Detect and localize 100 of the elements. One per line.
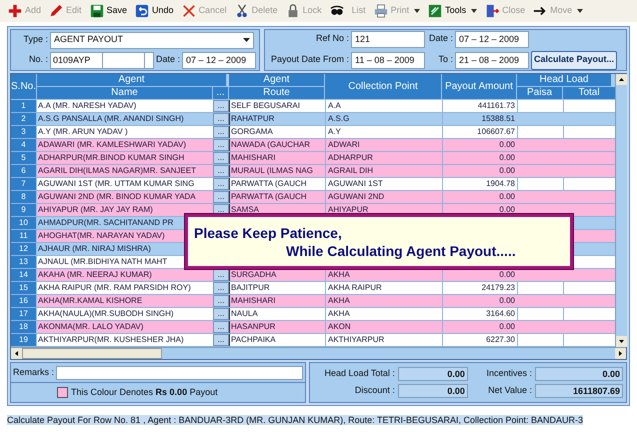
input-field[interactable]: 07 – 12 – 2009 [455, 30, 529, 48]
table-cell: MAHISHARI [231, 296, 276, 305]
input-field[interactable]: 0109AYP [50, 52, 154, 68]
table-cell: AKON [328, 322, 351, 331]
toolbar-button[interactable]: Save [88, 4, 130, 18]
table-cell: PARWATTA (GAUCH [231, 179, 307, 188]
table-cell: AKHA RAIPUR [328, 283, 382, 292]
printer-icon [374, 4, 388, 18]
table-cell: 1904.78 [486, 179, 515, 188]
row-number-cell: 7 [11, 178, 37, 190]
total-value-field: 1611807.69 [535, 384, 623, 398]
table-cell: AKTHIYARPUR(MR. KUSHESHER JHA) [38, 335, 184, 344]
lock-icon [286, 4, 300, 18]
browse-button[interactable]: ... [213, 152, 229, 164]
table-cell: AKHA [328, 296, 350, 305]
table-row[interactable]: 14 AKAHA (MR. NEERAJ KUMAR) ... SURGADHA AKHA 0.00 [11, 269, 615, 282]
table-cell: AHMADPUR(MR. SACHITANAND PR [38, 218, 174, 227]
toolbar-button[interactable]: Undo [133, 4, 176, 18]
total-value-field: 0.00 [398, 384, 468, 398]
browse-button[interactable]: ... [213, 334, 229, 346]
browse-button[interactable]: ... [213, 126, 229, 138]
ref-no-label: Ref No : [314, 32, 349, 46]
status-bar-text: Calculate Payout For Row No. 81 , Agent : BANDUAR-3RD (MR. GUNJAN KUMAR), Route: TETRI-BEGUSARAI, Collection Point: BANDAUR-3 [7, 415, 584, 425]
type-label: Type : [22, 33, 48, 46]
calculate-payout-button[interactable]: Calculate Payout... [531, 50, 618, 70]
table-cell: AGRAIL DIH [328, 166, 374, 175]
row-number-cell: 14 [11, 269, 37, 281]
table-row[interactable]: 19 AKTHIYARPUR(MR. KUSHESHER JHA) ... PACHPAIKA AKTHIYARPUR 6227.30 [11, 334, 615, 347]
scroll-down-icon[interactable] [616, 336, 627, 347]
table-cell: SURGADHA [231, 270, 276, 279]
table-row[interactable]: 7 AGUWANI 1ST (MR. UTTAM KUMAR SING ... PARWATTA (GAUCH AGUWANI 1ST 1904.78 [11, 178, 615, 191]
table-cell: ADHARPUR(MR.BINOD KUMAR SINGH [38, 153, 184, 162]
browse-button[interactable]: ... [213, 139, 229, 151]
row-number-cell: 4 [11, 139, 37, 151]
input-field[interactable]: 121 [351, 30, 425, 48]
scrollbar-thumb[interactable] [22, 348, 162, 359]
table-row[interactable]: 8 AGUWANI 2ND (MR. BINOD KUMAR YADA ... PARWATTA (GAUCH AGUWANI 2ND 0.00 [11, 191, 615, 204]
type-dropdown[interactable]: AGENT PAYOUT [50, 32, 254, 48]
dropdown-arrow-icon [243, 38, 250, 42]
table-cell: AHIYAPUR [328, 205, 368, 214]
vertical-scrollbar[interactable] [615, 74, 627, 347]
browse-button[interactable]: ... [213, 295, 229, 307]
glasses-icon [330, 4, 344, 18]
legend-swatch [57, 387, 68, 398]
browse-button[interactable]: ... [213, 191, 229, 203]
row-number-cell: 12 [11, 243, 37, 255]
scroll-up-icon[interactable] [616, 74, 627, 85]
table-cell: AKONMA(MR. LALO YADAV) [38, 322, 144, 331]
table-row[interactable]: 17 AKHA(NAULA)(MR.SUBODH SINGH) ... NAULA AKHA 3164.60 [11, 308, 615, 321]
scroll-left-icon[interactable] [11, 348, 22, 359]
column-header: S.No. [11, 74, 37, 100]
exit-door-icon [485, 4, 500, 18]
browse-button[interactable]: ... [213, 100, 229, 112]
table-cell: GORGAMA [231, 127, 273, 136]
input-field[interactable]: 07 – 12 – 2009 [182, 52, 256, 68]
table-cell: NAULA [231, 309, 258, 318]
table-cell: 0.00 [499, 140, 515, 149]
remarks-field[interactable] [56, 366, 303, 380]
input-field[interactable]: 21 – 08 – 2009 [455, 52, 529, 68]
row-number-cell: 11 [11, 230, 37, 242]
table-cell: MURAUL (ILMAS NAG [231, 166, 313, 175]
table-cell: AGUWANI 2ND [328, 192, 384, 201]
browse-button[interactable]: ... [213, 178, 229, 190]
table-cell: 0.00 [499, 153, 515, 162]
table-row[interactable]: 4 ADAWARI (MR. KAMLESHWARI YADAV) ... NAWADA (GAUCHAR ADWARI 0.00 [11, 139, 615, 152]
table-cell: AKTHIYARPUR [328, 335, 384, 344]
input-field[interactable]: 11 – 08 – 2009 [351, 52, 425, 68]
browse-button[interactable]: ... [213, 113, 229, 125]
browse-button[interactable]: ... [213, 165, 229, 177]
table-row[interactable]: 16 AKHA(MR.KAMAL KISHORE ... MAHISHARI AKHA 0.00 [11, 295, 615, 308]
table-cell: AKHA [328, 270, 350, 279]
table-cell: 441161.73 [478, 101, 515, 110]
dialog-message-line: While Calculating Agent Payout..... [286, 242, 516, 260]
row-number-cell: 6 [11, 165, 37, 177]
browse-button[interactable]: ... [213, 282, 229, 294]
table-cell: A.A [328, 101, 341, 110]
toolbar-button[interactable]: Tools [426, 4, 480, 18]
browse-button[interactable]: ... [213, 308, 229, 320]
table-row[interactable]: 5 ADHARPUR(MR.BINOD KUMAR SINGH ... MAHISHARI ADHARPUR 0.00 [11, 152, 615, 165]
column-header: Route [229, 87, 325, 100]
table-row[interactable]: 6 AGARIL DIH(ILMAS NAGAR)MR. SANJEET ... MURAUL (ILMAS NAG AGRAIL DIH 0.00 [11, 165, 615, 178]
column-header: Collection Point [325, 74, 442, 100]
table-row[interactable]: 15 AKHA RAIPUR (MR. RAM PARSIDH ROY) ... BAJITPUR AKHA RAIPUR 24179.23 [11, 282, 615, 295]
pencil-icon [49, 4, 64, 18]
browse-button[interactable]: ... [213, 321, 229, 333]
table-row[interactable]: 2 A.S.G PANSALLA (MR. ANANDI SINGH) ... RAHATPUR A.S.G 15388.51 [11, 113, 615, 126]
table-row[interactable]: 3 A.Y (MR. ARUN YADAV ) ... GORGAMA A.Y 106607.67 [11, 126, 615, 139]
table-cell: A.S.G [328, 114, 350, 123]
browse-button[interactable]: ... [213, 269, 229, 281]
table-cell: 0.00 [499, 205, 515, 214]
legend-text: This Colour Denotes Rs 0.00 Payout [71, 386, 218, 399]
horizontal-scrollbar[interactable] [11, 347, 626, 359]
table-cell: 106607.67 [477, 127, 515, 136]
toolbar-button[interactable] [328, 4, 346, 18]
table-row[interactable]: 1 A.A (MR. NARESH YADAV) ... SELF BEGUSARAI A.A 441161.73 [11, 100, 615, 113]
table-cell: 6227.30 [486, 335, 515, 344]
table-cell: AKAHA (MR. NEERAJ KUMAR) [38, 270, 152, 279]
table-row[interactable]: 18 AKONMA(MR. LALO YADAV) ... HASANPUR AKON 0.00 [11, 321, 615, 334]
scroll-right-icon[interactable] [615, 348, 626, 359]
column-header: Total [563, 87, 615, 100]
